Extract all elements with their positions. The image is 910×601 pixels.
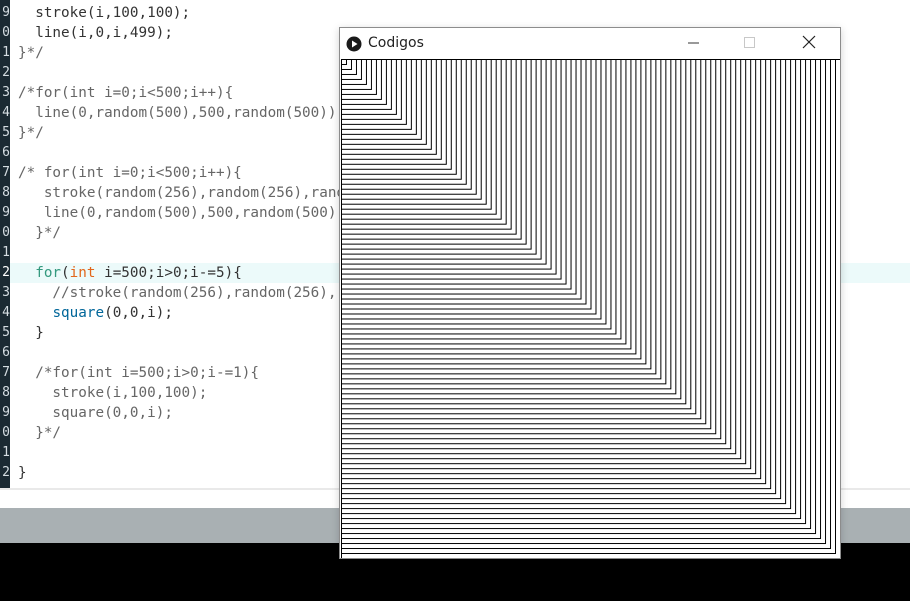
code-token-plain: line(i,0,i,499); [18, 25, 173, 41]
code-token-func: square [52, 305, 105, 321]
code-line[interactable]: }*/ [18, 123, 44, 143]
window-titlebar[interactable]: Codigos [340, 28, 840, 59]
code-token-comment: }*/ [18, 125, 44, 141]
code-line[interactable]: line(0,random(500),500,random(500)); [18, 103, 345, 123]
line-number: 0 [2, 225, 10, 240]
code-line[interactable]: }*/ [18, 223, 61, 243]
code-line[interactable]: /*for(int i=500;i>0;i-=1){ [18, 363, 259, 383]
sketch-drawing [341, 59, 840, 558]
line-number: 1 [2, 45, 10, 60]
code-line[interactable]: stroke(i,100,100); [18, 383, 207, 403]
line-number: 1 [2, 245, 10, 260]
drawn-square [341, 59, 347, 65]
minimize-button[interactable] [671, 28, 717, 59]
code-line[interactable]: for(int i=500;i>0;i-=5){ [18, 263, 242, 283]
line-number: 3 [2, 85, 10, 100]
line-number: 6 [2, 145, 10, 160]
line-number: 9 [2, 205, 10, 220]
code-line[interactable]: /*for(int i=0;i<500;i++){ [18, 83, 233, 103]
code-line[interactable]: /* for(int i=0;i<500;i++){ [18, 163, 242, 183]
code-token-comment: /* for(int i=0;i<500;i++){ [18, 165, 242, 181]
line-number: 0 [2, 425, 10, 440]
code-line[interactable]: square(0,0,i); [18, 303, 173, 323]
line-number: 2 [2, 65, 10, 80]
minimize-icon [688, 34, 700, 53]
code-token-comment: stroke(i,100,100); [18, 385, 208, 401]
line-number: 9 [2, 5, 10, 20]
code-token-comment: }*/ [18, 225, 62, 241]
line-number: 2 [2, 465, 10, 480]
line-number: 7 [2, 165, 10, 180]
maximize-icon [744, 34, 756, 53]
code-line[interactable]: line(0,random(500),500,random(500)); [18, 203, 354, 223]
code-token-comment: /*for(int i=500;i>0;i-=1){ [18, 365, 260, 381]
maximize-button[interactable] [727, 28, 773, 59]
code-line[interactable]: }*/ [18, 43, 44, 63]
code-line[interactable]: square(0,0,i); [18, 403, 173, 423]
line-number: 1 [2, 445, 10, 460]
code-token-plain: i=500;i>0;i-=5){ [95, 265, 242, 281]
line-number: 4 [2, 105, 10, 120]
line-number: 0 [2, 25, 10, 40]
code-line[interactable]: }*/ [18, 423, 61, 443]
code-token-plain: } [18, 465, 27, 481]
code-token-plain: (0,0,i); [104, 305, 173, 321]
code-line[interactable]: line(i,0,i,499); [18, 23, 173, 43]
code-token-comment: line(0,random(500),500,random(500)); [18, 205, 354, 221]
line-number: 6 [2, 345, 10, 360]
line-number: 2 [2, 265, 10, 280]
line-number: 5 [2, 325, 10, 340]
code-line[interactable]: } [18, 323, 44, 343]
code-token-plain: stroke(i,100,100); [18, 5, 191, 21]
line-number-gutter: 9 0 1 2 3 4 5 6 7 8 9 0 1 2 3 4 5 6 7 8 9 0 1 2 [0, 0, 10, 488]
close-icon [802, 34, 816, 53]
play-circle-icon [346, 36, 362, 52]
line-number: 4 [2, 305, 10, 320]
line-number: 9 [2, 405, 10, 420]
code-token-comment: }*/ [18, 45, 44, 61]
code-line[interactable]: stroke(i,100,100); [18, 3, 190, 23]
sketch-canvas[interactable] [341, 59, 840, 558]
line-number: 8 [2, 385, 10, 400]
code-token-comment: line(0,random(500),500,random(500)); [18, 105, 346, 121]
line-number: 8 [2, 185, 10, 200]
line-number: 7 [2, 365, 10, 380]
line-number: 5 [2, 125, 10, 140]
window-title: Codigos [368, 35, 424, 51]
code-token-plain: } [18, 325, 44, 341]
code-line[interactable]: } [18, 463, 27, 483]
code-token-plain: ( [61, 265, 70, 281]
code-token-keyword: for [35, 265, 62, 281]
sketch-window[interactable]: Codigos [339, 27, 841, 559]
code-token-comment: square(0,0,i); [18, 405, 173, 421]
code-token-type: int [69, 265, 96, 281]
line-number: 3 [2, 285, 10, 300]
close-button[interactable] [786, 28, 832, 59]
code-token-comment: }*/ [18, 425, 62, 441]
code-token-comment: /*for(int i=0;i<500;i++){ [18, 85, 234, 101]
